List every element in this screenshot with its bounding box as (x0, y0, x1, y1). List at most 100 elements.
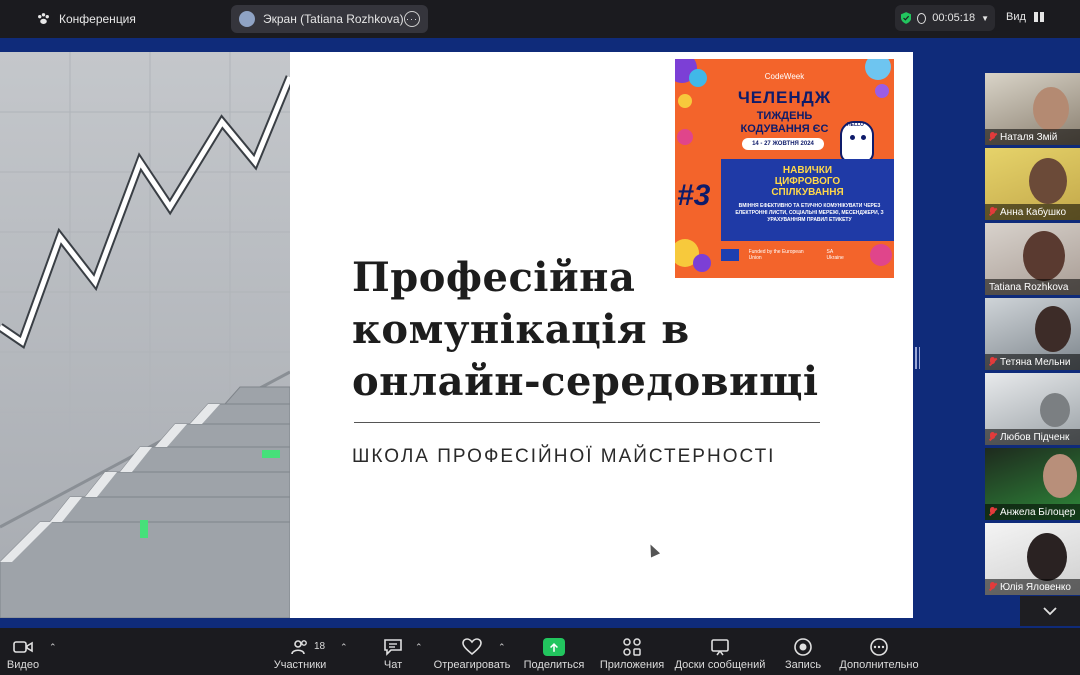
view-grid-icon (1033, 12, 1044, 22)
chat-icon (384, 639, 402, 656)
participant-name: Юлія Яловенко (1000, 581, 1071, 593)
slide-divider (354, 422, 820, 423)
participant-tile[interactable]: Тетяна Мельни (985, 298, 1080, 370)
apps-icon (623, 638, 641, 656)
participant-tile[interactable]: Любов Підченк (985, 373, 1080, 445)
participant-name: Анна Кабушко (1000, 206, 1067, 218)
mic-muted-icon (989, 507, 996, 517)
chat-options-caret[interactable]: ⌃ (415, 642, 423, 653)
record-button[interactable]: Запись (785, 628, 821, 675)
mic-muted-icon (989, 432, 996, 442)
scroll-participants-button[interactable] (1020, 596, 1080, 626)
view-label: Вид (1006, 11, 1026, 23)
participant-name: Наталя Змій (1000, 131, 1058, 143)
react-label: Отреагировать (433, 659, 511, 671)
poster-dates: 14 - 27 ЖОВТНЯ 2024 (742, 138, 824, 150)
participant-name-bar: Наталя Змій (985, 129, 1080, 145)
more-options-icon[interactable]: ··· (404, 11, 420, 27)
participants-options-caret[interactable]: ⌃ (340, 642, 348, 653)
record-label: Запись (784, 659, 822, 671)
meeting-toolbar: Видео ⌃ Участники 18 ⌃ Чат ⌃ Отреагирова… (0, 628, 1080, 675)
record-icon (794, 638, 812, 656)
participants-count: 18 (314, 641, 326, 652)
video-button[interactable]: Видео (4, 628, 42, 675)
heart-icon (462, 638, 482, 656)
participant-name-bar: Тетяна Мельни (985, 354, 1080, 370)
participant-name: Tatiana Rozhkova (989, 281, 1069, 293)
conference-menu[interactable]: Конференция (36, 11, 136, 26)
whiteboards-button[interactable]: Доски сообщений (675, 628, 765, 675)
screen-label: Экран (Tatiana Rozhkova) (263, 12, 404, 26)
poster-challenge: ЧЕЛЕНДЖ (737, 88, 832, 107)
person-face (1033, 87, 1069, 131)
video-label: Видео (6, 659, 40, 671)
more-label: Дополнительно (839, 659, 919, 671)
poster-skills-line3: СПІЛКУВАННЯ (771, 187, 844, 198)
participants-label: Участники (273, 659, 327, 671)
participant-tile[interactable]: Наталя Змій (985, 73, 1080, 145)
participants-icon (291, 640, 307, 655)
person-face (1023, 231, 1065, 281)
poster-bubble: HELLO (847, 122, 864, 128)
slide-subtitle: ШКОЛА ПРОФЕСІЙНОЇ МАЙСТЕРНОСТІ (352, 446, 776, 467)
video-options-caret[interactable]: ⌃ (49, 642, 57, 653)
share-button[interactable]: Поделиться (524, 628, 584, 675)
video-camera-icon (13, 641, 33, 653)
mic-muted-icon (989, 207, 996, 217)
shield-icon (901, 12, 912, 24)
participant-name-bar: Любов Підченк (985, 429, 1080, 445)
poster-number: #3 (677, 179, 711, 212)
whiteboard-icon (711, 639, 729, 656)
panel-resize-handle[interactable] (915, 347, 920, 369)
apps-label: Приложения (599, 659, 665, 671)
participant-tile[interactable]: Юлія Яловенко (985, 523, 1080, 595)
clock-icon (917, 12, 927, 24)
participant-tile[interactable]: Анжела Білоцер (985, 448, 1080, 520)
person-face (1035, 306, 1071, 352)
person-face (1029, 158, 1067, 204)
poster-skills-box: НАВИЧКИ ЦИФРОВОГО СПІЛКУВАННЯ ВМІННЯ ЕФЕ… (721, 159, 894, 241)
apps-button[interactable]: Приложения (599, 628, 665, 675)
poster-skills-desc: ВМІННЯ ЕФЕКТИВНО ТА ЕТИЧНО КОМУНІКУВАТИ … (735, 203, 884, 223)
participant-name: Анжела Білоцер (1000, 506, 1076, 518)
poster-skills-heading: НАВИЧКИ ЦИФРОВОГО СПІЛКУВАННЯ (721, 165, 894, 198)
chevron-down-icon (1043, 607, 1057, 616)
more-button[interactable]: Дополнительно (839, 628, 919, 675)
person-face (1040, 393, 1070, 427)
participant-name-bar: Анна Кабушко (985, 204, 1080, 220)
mouse-cursor-icon (645, 542, 661, 558)
participant-strip: Наталя Змій Анна Кабушко Tatiana Rozhkov… (985, 73, 1080, 598)
person-face (1027, 533, 1067, 581)
share-label: Поделиться (523, 659, 585, 671)
chevron-down-icon: ▼ (981, 13, 989, 23)
participant-name: Любов Підченк (1000, 431, 1070, 443)
participant-tile-active-speaker[interactable]: Tatiana Rozhkova (985, 223, 1080, 295)
whiteboards-label: Доски сообщений (674, 659, 766, 671)
stairs-image (0, 52, 290, 618)
react-options-caret[interactable]: ⌃ (498, 642, 506, 653)
avatar (239, 11, 255, 27)
share-screen-icon (543, 638, 565, 656)
mic-muted-icon (989, 132, 996, 142)
conference-label: Конференция (59, 11, 136, 26)
slide-title-line: Професійна (352, 254, 636, 301)
meeting-info-pill[interactable]: 00:05:18 ▼ (895, 5, 995, 31)
poster-skills-line1: НАВИЧКИ (782, 165, 833, 176)
poster-skills-line2: ЦИФРОВОГО (774, 176, 841, 187)
person-face (1043, 454, 1077, 498)
participant-name-bar: Tatiana Rozhkova (985, 279, 1080, 295)
slide-title-line: комунікація в (352, 306, 690, 353)
codeweek-poster: CodeWeek ЧЕЛЕНДЖ ТИЖДЕНЬ КОДУВАННЯ ЄС 14… (675, 59, 894, 278)
more-icon (870, 638, 888, 656)
top-bar: Конференция Экран (Tatiana Rozhkova) ···… (0, 0, 1080, 38)
shared-screen: CodeWeek ЧЕЛЕНДЖ ТИЖДЕНЬ КОДУВАННЯ ЄС 14… (0, 52, 913, 618)
view-button[interactable]: Вид (1006, 11, 1044, 23)
slide-title: Професійна комунікація в онлайн-середови… (352, 252, 892, 408)
poster-brand: CodeWeek (764, 72, 805, 81)
participant-tile[interactable]: Анна Кабушко (985, 148, 1080, 220)
mic-muted-icon (989, 582, 996, 592)
robot-eye (850, 135, 855, 140)
chat-button[interactable]: Чат (378, 628, 408, 675)
participant-name: Тетяна Мельни (1000, 356, 1071, 368)
screen-share-pill[interactable]: Экран (Tatiana Rozhkova) ··· (231, 5, 428, 33)
